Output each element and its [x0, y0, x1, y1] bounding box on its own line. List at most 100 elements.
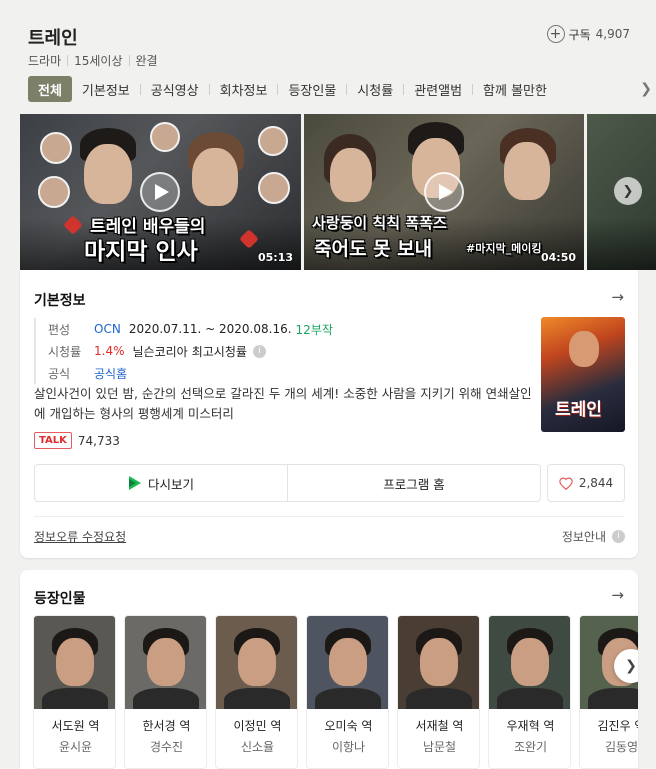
video-caption-bottom: 죽어도 못 보내 [314, 238, 433, 260]
cast-role: 우재혁 역 [506, 719, 555, 733]
cast-face-image [150, 122, 180, 152]
cast-role: 서재철 역 [415, 719, 464, 733]
rating-source: 닐슨코리아 [132, 344, 188, 359]
cast-item[interactable]: 오미숙 역 이항나 [306, 615, 389, 769]
official-row: 공식 공식홈 [48, 362, 333, 384]
actress-face [192, 148, 238, 206]
tab-official-video[interactable]: 공식영상 [141, 80, 209, 99]
cast-role: 한서경 역 [142, 719, 191, 733]
cast-face-image [38, 176, 70, 208]
tab-cast[interactable]: 등장인물 [278, 80, 346, 99]
tab-recommended[interactable]: 함께 볼만한 [473, 80, 557, 99]
broadcast-period: 2020.07.11. ~ 2020.08.16. [128, 322, 292, 336]
poster-face [569, 331, 599, 367]
tab-bar: 전체 기본정보 공식영상 회차정보 등장인물 시청률 관련앨범 함께 볼만한 [28, 76, 656, 102]
talk-row[interactable]: TALK 74,733 [34, 432, 120, 449]
program-header: 트레인 드라마 15세이상 완결 + 구독 4,907 전체 기본정보 공식영상… [0, 0, 656, 270]
arrow-right-icon[interactable]: → [611, 586, 624, 604]
official-label: 공식 [48, 366, 71, 381]
video-tag: #마지막_메이킹 [466, 242, 542, 255]
program-home-label: 프로그램 홈 [383, 476, 445, 492]
cast-role: 오미숙 역 [324, 719, 373, 733]
cast-item[interactable]: 서도원 역 윤시윤 [33, 615, 116, 769]
rating-row: 시청률 1.4% 닐슨코리아 최고시청률 i [48, 340, 333, 362]
basic-info-card: 기본정보 → 편성 OCN 2020.07.11. ~ 2020.08.16. … [20, 270, 638, 558]
cast-item[interactable]: 한서경 역 경수진 [124, 615, 207, 769]
thumbnail-gradient [587, 218, 656, 270]
tving-play-icon [128, 476, 141, 490]
info-icon: i [612, 530, 625, 543]
talk-count: 74,733 [77, 433, 120, 448]
actor-face [84, 144, 132, 204]
rating-value: 1.4% [94, 344, 125, 358]
tab-all[interactable]: 전체 [28, 76, 72, 102]
rating-label: 시청률 [48, 344, 82, 359]
cast-item[interactable]: 우재혁 역 조완기 [488, 615, 571, 769]
genre-label: 드라마 [28, 54, 62, 68]
video-thumbnail[interactable]: 사랑둥이 칙칙 폭폭즈 죽어도 못 보내 #마지막_메이킹 04:50 [304, 114, 584, 270]
cast-item[interactable]: 김진우 역 김동영 [579, 615, 638, 769]
cast-role: 김진우 역 [597, 719, 639, 733]
episode-count: 12부작 [295, 322, 333, 337]
actress-face [330, 148, 372, 202]
tab-basic-info[interactable]: 기본정보 [72, 80, 140, 99]
actress-face [504, 142, 550, 200]
divider [34, 516, 624, 517]
meta-divider [128, 55, 130, 66]
cast-actor: 남문철 [422, 740, 457, 754]
chevron-right-icon: ❯ [625, 658, 637, 674]
subscribe-label: 구독 [568, 27, 591, 42]
tab-scroll-right[interactable]: ❯ [610, 76, 656, 102]
play-icon[interactable] [424, 172, 464, 212]
cast-actor: 경수진 [149, 740, 184, 754]
video-duration: 04:50 [540, 251, 576, 264]
carousel-next-button[interactable]: ❯ [614, 177, 642, 205]
replay-button[interactable]: 다시보기 [35, 465, 287, 501]
official-home-link[interactable]: 공식홈 [94, 365, 127, 382]
cast-item[interactable]: 서재철 역 남문철 [397, 615, 480, 769]
subscribe-button[interactable]: + 구독 4,907 [546, 25, 630, 43]
heart-icon [559, 477, 573, 490]
info-icon[interactable]: i [252, 344, 266, 358]
video-caption-bottom: 마지막 인사 [84, 239, 198, 265]
cast-photo [125, 616, 206, 709]
chevron-right-icon: ❯ [622, 183, 634, 199]
program-description: 살인사건이 있던 밤, 순간의 선택으로 갈라진 두 개의 세계! 소중한 사람… [34, 386, 532, 421]
section-title[interactable]: 기본정보 [34, 290, 86, 310]
program-poster[interactable]: 트레인 [541, 317, 625, 432]
cast-list: 서도원 역 윤시윤 한서경 역 경수진 이정민 역 신소율 오미숙 역 이항나 … [33, 615, 638, 769]
arrow-right-icon[interactable]: → [611, 288, 624, 306]
info-guide-label: 정보안내 [561, 530, 606, 544]
video-carousel: 트레인 배우들의 마지막 인사 05:13 사랑둥이 칙칙 폭폭즈 죽어도 못 … [20, 114, 656, 270]
section-title[interactable]: 등장인물 [34, 588, 86, 608]
program-title[interactable]: 트레인 [28, 24, 78, 50]
info-rows: 편성 OCN 2020.07.11. ~ 2020.08.16. 12부작 시청… [34, 318, 333, 384]
video-thumbnail[interactable]: 트레인 배우들의 마지막 인사 05:13 [20, 114, 301, 270]
tab-ratings[interactable]: 시청률 [347, 80, 403, 99]
cast-face-image [258, 172, 290, 204]
video-duration: 05:13 [257, 251, 293, 264]
cast-photo [489, 616, 570, 709]
tab-albums[interactable]: 관련앨범 [404, 80, 472, 99]
cast-face-image [258, 126, 288, 156]
play-icon[interactable] [140, 172, 180, 212]
cast-role: 서도원 역 [51, 719, 100, 733]
talk-badge: TALK [34, 432, 72, 449]
tab-episodes[interactable]: 회차정보 [210, 80, 278, 99]
cast-card: 등장인물 → 서도원 역 윤시윤 한서경 역 경수진 이정민 역 신소율 오미숙… [20, 570, 638, 769]
cast-actor: 김동영 [604, 740, 638, 754]
cast-photo [34, 616, 115, 709]
cast-actor: 윤시윤 [58, 740, 93, 754]
button-group: 다시보기 프로그램 홈 [34, 464, 541, 502]
best-rating-link[interactable]: 최고시청률 [192, 343, 247, 360]
cast-role: 이정민 역 [233, 719, 282, 733]
info-guide-link[interactable]: 정보안내 i [562, 528, 625, 545]
like-button[interactable]: 2,844 [547, 464, 625, 502]
plus-icon: + [546, 25, 565, 43]
cast-item[interactable]: 이정민 역 신소율 [215, 615, 298, 769]
cast-photo [216, 616, 297, 709]
program-home-button[interactable]: 프로그램 홈 [287, 465, 540, 501]
channel-link[interactable]: OCN [94, 322, 121, 336]
status-label: 완결 [135, 54, 158, 68]
report-error-link[interactable]: 정보오류 수정요청 [34, 528, 126, 545]
